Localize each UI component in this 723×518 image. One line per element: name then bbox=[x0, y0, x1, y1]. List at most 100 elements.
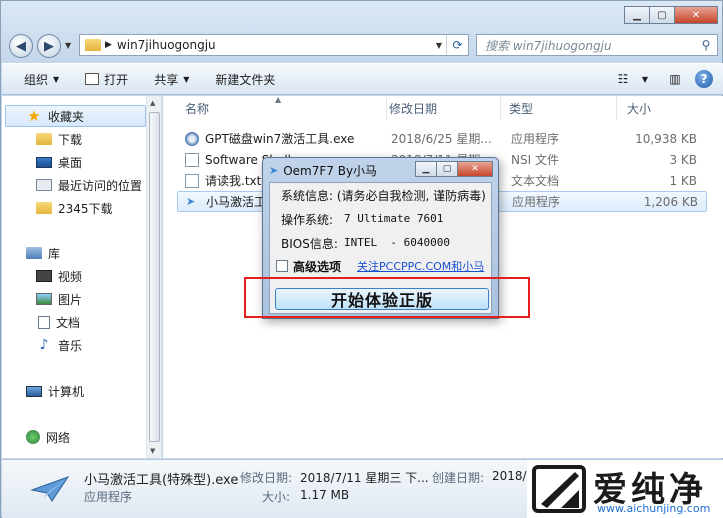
scroll-down-icon[interactable]: ▼ bbox=[150, 447, 155, 455]
details-size-label: 大小: bbox=[262, 490, 291, 504]
back-button[interactable]: ◀ bbox=[9, 34, 33, 58]
nav-download[interactable]: 下载 bbox=[2, 128, 82, 150]
advanced-options-label[interactable]: 高级选项 bbox=[293, 258, 341, 275]
bios-label: BIOS信息: bbox=[281, 237, 338, 251]
help-icon[interactable]: ? bbox=[695, 70, 713, 88]
recent-pages-dropdown[interactable]: ▼ bbox=[65, 41, 71, 50]
address-path[interactable]: win7jihuogongju bbox=[117, 38, 432, 52]
close-button[interactable]: ✕ bbox=[674, 6, 718, 24]
nav-favorites[interactable]: ★ 收藏夹 bbox=[5, 105, 146, 127]
column-date-label: 修改日期 bbox=[389, 101, 438, 116]
column-name-label: 名称 bbox=[185, 101, 210, 116]
desktop-icon bbox=[36, 156, 52, 168]
file-type: 应用程序 bbox=[512, 195, 561, 209]
view-dropdown-icon[interactable]: ▼ bbox=[635, 69, 655, 89]
nav-network[interactable]: 网络 bbox=[2, 426, 70, 448]
details-filetype: 应用程序 bbox=[84, 490, 133, 504]
open-icon bbox=[85, 73, 100, 85]
dialog-caption-buttons: ▁ ▢ ✕ bbox=[415, 161, 493, 177]
preview-pane-icon[interactable]: ▥ bbox=[665, 69, 685, 89]
file-size: 1 KB bbox=[669, 173, 697, 188]
organize-button[interactable]: 组织 ▼ bbox=[24, 71, 59, 88]
music-note-icon: ♪ bbox=[39, 337, 49, 353]
dialog-maximize-button[interactable]: ▢ bbox=[436, 161, 458, 177]
forward-button[interactable]: ▶ bbox=[37, 34, 61, 58]
view-options-icon[interactable]: ☷ bbox=[613, 69, 633, 89]
download-folder-icon bbox=[36, 133, 52, 145]
dialog-close-button[interactable]: ✕ bbox=[457, 161, 493, 177]
computer-icon bbox=[26, 385, 42, 397]
details-size-value: 1.17 MB bbox=[300, 488, 350, 502]
nav-pictures[interactable]: 图片 bbox=[2, 288, 82, 310]
column-header-name[interactable]: 名称 bbox=[177, 96, 387, 120]
nav-recent[interactable]: 最近访问的位置 bbox=[2, 174, 142, 196]
scrollbar-thumb[interactable] bbox=[149, 112, 160, 442]
breadcrumb-arrow-icon[interactable]: ▶ bbox=[105, 40, 112, 50]
file-size: 10,938 KB bbox=[635, 131, 697, 146]
file-size: 1,206 KB bbox=[643, 194, 698, 209]
highlight-box bbox=[244, 277, 530, 318]
chevron-down-icon: ▼ bbox=[53, 74, 60, 84]
details-modified-value: 2018/7/11 星期三 下... bbox=[300, 471, 429, 485]
minimize-icon: ▁ bbox=[422, 164, 430, 174]
nav-computer-label: 计算机 bbox=[48, 384, 85, 399]
column-size-label: 大小 bbox=[627, 101, 652, 116]
search-icon[interactable]: ⚲ bbox=[695, 38, 717, 52]
exe-gear-icon bbox=[185, 131, 199, 146]
forward-arrow-icon: ▶ bbox=[44, 38, 54, 54]
file-name: GPT磁盘win7激活工具.exe bbox=[205, 132, 355, 146]
nav-computer[interactable]: 计算机 bbox=[2, 380, 84, 402]
star-icon: ★ bbox=[27, 107, 41, 125]
dialog-minimize-button[interactable]: ▁ bbox=[415, 161, 437, 177]
follow-link[interactable]: 关注PCCPPC.COM和小马 bbox=[357, 258, 484, 274]
documents-icon bbox=[38, 315, 50, 329]
nav-music[interactable]: ♪ 音乐 bbox=[2, 334, 82, 356]
scroll-up-icon[interactable]: ▲ bbox=[150, 99, 155, 107]
nav-desktop[interactable]: 桌面 bbox=[2, 151, 82, 173]
new-folder-button[interactable]: 新建文件夹 bbox=[215, 71, 275, 88]
nav-video[interactable]: 视频 bbox=[2, 265, 82, 287]
search-box[interactable]: 搜索 win7jihuogongju ⚲ bbox=[476, 34, 718, 56]
search-input[interactable]: 搜索 win7jihuogongju bbox=[485, 37, 695, 54]
file-row[interactable]: GPT磁盘win7激活工具.exe 2018/6/25 星期... 应用程序 1… bbox=[177, 128, 707, 149]
bios-value: INTEL - 6040000 bbox=[344, 236, 450, 249]
nav-favorites-label: 收藏夹 bbox=[48, 109, 85, 124]
chevron-down-icon: ▼ bbox=[183, 74, 190, 84]
nav-scrollbar[interactable]: ▲ ▼ bbox=[146, 96, 161, 458]
share-button[interactable]: 共享 ▼ bbox=[154, 71, 189, 88]
navigation-pane: ★ 收藏夹 下载 桌面 最近访问的位置 2345下载 库 视频 图片 文档 ♪ … bbox=[2, 96, 162, 458]
nav-video-label: 视频 bbox=[58, 269, 83, 284]
nav-2345-download[interactable]: 2345下载 bbox=[2, 197, 113, 219]
minimize-button[interactable]: ▁ bbox=[624, 6, 650, 24]
system-info-label: 系统信息: (请务必自我检测, 谨防病毒) bbox=[281, 189, 486, 203]
file-type: NSI 文件 bbox=[511, 153, 559, 167]
paper-plane-icon: ➤ bbox=[269, 164, 279, 177]
close-icon: ✕ bbox=[691, 9, 701, 21]
maximize-icon: ▢ bbox=[442, 164, 452, 174]
pictures-icon bbox=[36, 293, 52, 305]
address-dropdown-icon[interactable]: ▼ bbox=[432, 41, 446, 50]
nav-recent-label: 最近访问的位置 bbox=[58, 178, 143, 193]
minimize-icon: ▁ bbox=[633, 9, 641, 21]
column-header-size[interactable]: 大小 bbox=[619, 96, 709, 120]
watermark-logo-icon bbox=[532, 465, 586, 513]
window-caption-buttons: ▁ ▢ ✕ bbox=[624, 6, 718, 24]
nav-network-label: 网络 bbox=[46, 430, 71, 445]
command-bar: 组织 ▼ 打开 共享 ▼ 新建文件夹 ☷ ▼ ▥ ? bbox=[2, 63, 723, 95]
nav-documents[interactable]: 文档 bbox=[2, 311, 80, 333]
open-button[interactable]: 打开 bbox=[85, 71, 128, 88]
nav-library[interactable]: 库 bbox=[2, 242, 60, 264]
new-folder-label: 新建文件夹 bbox=[215, 72, 276, 87]
watermark: 爱纯净 www.aichunjing.com bbox=[527, 460, 723, 518]
watermark-url: www.aichunjing.com bbox=[597, 502, 711, 515]
column-header-date[interactable]: 修改日期 bbox=[381, 96, 501, 120]
organize-label: 组织 bbox=[24, 72, 49, 87]
view-controls: ☷ ▼ ▥ ? bbox=[603, 69, 713, 89]
address-bar[interactable]: ▶ win7jihuogongju ▼ ⟳ bbox=[79, 34, 469, 56]
file-type: 应用程序 bbox=[511, 132, 560, 146]
text-file-icon bbox=[185, 173, 199, 188]
advanced-options-checkbox[interactable] bbox=[276, 260, 288, 272]
column-header-type[interactable]: 类型 bbox=[501, 96, 617, 120]
maximize-button[interactable]: ▢ bbox=[649, 6, 675, 24]
refresh-icon[interactable]: ⟳ bbox=[446, 35, 468, 55]
